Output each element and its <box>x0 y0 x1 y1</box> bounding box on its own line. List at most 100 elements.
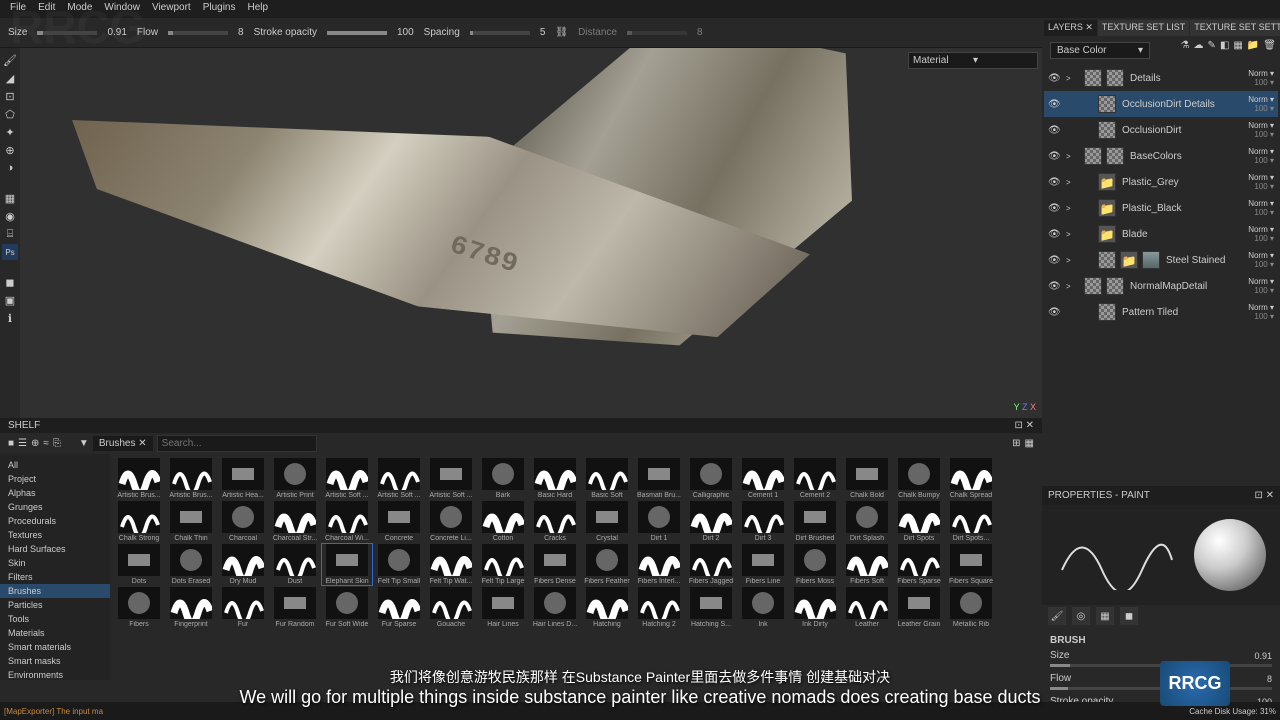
blend-mode[interactable]: Norm ▾100 ▾ <box>1244 277 1274 295</box>
shelf-search[interactable] <box>157 435 317 452</box>
cat-skin[interactable]: Skin <box>0 556 110 570</box>
visibility-icon[interactable]: 👁 <box>1048 125 1062 136</box>
brush-fur-random[interactable]: Fur Random <box>270 587 320 628</box>
close-icon[interactable]: ✕ <box>1026 420 1034 431</box>
brush-ink[interactable]: Ink <box>738 587 788 628</box>
delete-layer-icon[interactable]: 🗑 <box>1263 40 1276 61</box>
brush-fibers-dense[interactable]: Fibers Dense <box>530 544 580 585</box>
brush-felt-tip-small[interactable]: Felt Tip Small <box>374 544 424 585</box>
layer-pattern-tiled[interactable]: 👁Pattern TiledNorm ▾100 ▾ <box>1044 299 1278 325</box>
brush-felt-tip-wat-[interactable]: Felt Tip Wat... <box>426 544 476 585</box>
collapse-icon[interactable]: > <box>1066 152 1076 161</box>
brush-artistic-brus-[interactable]: Artistic Brus... <box>114 458 164 499</box>
layer-basecolors[interactable]: 👁>BaseColorsNorm ▾100 ▾ <box>1044 143 1278 169</box>
brush-crystal[interactable]: Crystal <box>582 501 632 542</box>
add-fill-icon[interactable]: ▦ <box>1233 40 1242 61</box>
brush-concrete[interactable]: Concrete <box>374 501 424 542</box>
collapse-icon[interactable]: > <box>1066 282 1076 291</box>
brush-fibers-moss[interactable]: Fibers Moss <box>790 544 840 585</box>
smart-icon[interactable]: ✎ <box>1208 40 1216 61</box>
cat-particles[interactable]: Particles <box>0 598 110 612</box>
menu-help[interactable]: Help <box>242 0 275 18</box>
brush-dirt-3[interactable]: Dirt 3 <box>738 501 788 542</box>
projection-tool[interactable]: ⊡ <box>2 88 18 104</box>
collapse-icon[interactable]: > <box>1066 74 1076 83</box>
brush-chalk-bold[interactable]: Chalk Bold <box>842 458 892 499</box>
add-layer-icon[interactable]: ◧ <box>1220 40 1229 61</box>
brush-fibers[interactable]: Fibers <box>114 587 164 628</box>
cat-grunges[interactable]: Grunges <box>0 500 110 514</box>
visibility-icon[interactable]: 👁 <box>1048 229 1062 240</box>
brush-fur[interactable]: Fur <box>218 587 268 628</box>
shelf-home-icon[interactable]: ■ <box>8 438 14 449</box>
collapse-icon[interactable]: > <box>1066 230 1076 239</box>
brush-cement-2[interactable]: Cement 2 <box>790 458 840 499</box>
brush-dust[interactable]: Dust <box>270 544 320 585</box>
brush-felt-tip-large[interactable]: Felt Tip Large <box>478 544 528 585</box>
blend-mode[interactable]: Norm ▾100 ▾ <box>1244 173 1274 191</box>
flow-slider[interactable] <box>168 31 228 35</box>
fx-icon[interactable]: ⚗ <box>1181 40 1190 61</box>
brush-fibers-square[interactable]: Fibers Square <box>946 544 996 585</box>
plugin-3-icon[interactable]: ℹ <box>2 310 18 326</box>
blend-mode[interactable]: Norm ▾100 ▾ <box>1244 303 1274 321</box>
brush-chalk-spread[interactable]: Chalk Spread <box>946 458 996 499</box>
shelf-menu-icon[interactable]: ☰ <box>18 438 27 449</box>
brush-dirt-splash[interactable]: Dirt Splash <box>842 501 892 542</box>
material-pick-tool[interactable]: ◑ <box>2 160 18 176</box>
mask-icon[interactable]: ☁ <box>1194 40 1204 61</box>
filter-icon[interactable]: ▼ <box>79 438 89 449</box>
brush-chalk-strong[interactable]: Chalk Strong <box>114 501 164 542</box>
brush-charcoal-wi-[interactable]: Charcoal Wi... <box>322 501 372 542</box>
visibility-icon[interactable]: 👁 <box>1048 151 1062 162</box>
shelf-save-icon[interactable]: ⎘ <box>53 438 61 449</box>
smudge-tool[interactable]: ✦ <box>2 124 18 140</box>
brush-chalk-thin[interactable]: Chalk Thin <box>166 501 216 542</box>
brush-calligraphic[interactable]: Calligraphic <box>686 458 736 499</box>
cat-brushes[interactable]: Brushes <box>0 584 110 598</box>
grid-small-icon[interactable]: ⊞ <box>1012 438 1020 449</box>
tab-layers[interactable]: LAYERS ✕ <box>1044 20 1097 36</box>
brush-fibers-soft[interactable]: Fibers Soft <box>842 544 892 585</box>
layer-occlusiondirt-details[interactable]: 👁OcclusionDirt DetailsNorm ▾100 ▾ <box>1044 91 1278 117</box>
shelf-option-icon[interactable]: ≈ <box>43 438 49 449</box>
brush-dots-erased[interactable]: Dots Erased <box>166 544 216 585</box>
cat-textures[interactable]: Textures <box>0 528 110 542</box>
add-folder-icon[interactable]: 📁 <box>1247 40 1259 61</box>
menu-plugins[interactable]: Plugins <box>197 0 242 18</box>
brush-tool[interactable]: 🖌 <box>2 52 18 68</box>
cat-tools[interactable]: Tools <box>0 612 110 626</box>
brush-artistic-hea-[interactable]: Artistic Hea... <box>218 458 268 499</box>
close-icon[interactable]: ⊡ ✕ <box>1254 490 1274 501</box>
brush-elephant-skin[interactable]: Elephant Skin <box>322 544 372 585</box>
menu-window[interactable]: Window <box>98 0 146 18</box>
brush-fibers-sparse[interactable]: Fibers Sparse <box>894 544 944 585</box>
brush-fibers-jagged[interactable]: Fibers Jagged <box>686 544 736 585</box>
brush-artistic-brus-[interactable]: Artistic Brus... <box>166 458 216 499</box>
menu-mode[interactable]: Mode <box>61 0 98 18</box>
cat-smart-masks[interactable]: Smart masks <box>0 654 110 668</box>
material-tab-icon[interactable]: ◼ <box>1120 607 1138 625</box>
brush-artistic-soft-[interactable]: Artistic Soft ... <box>374 458 424 499</box>
blend-mode[interactable]: Norm ▾100 ▾ <box>1244 251 1274 269</box>
quick-mask-tool[interactable]: ▦ <box>2 190 18 206</box>
cat-all[interactable]: All <box>0 458 110 472</box>
plugin-1-icon[interactable]: ◼ <box>2 274 18 290</box>
brush-hatching[interactable]: Hatching <box>582 587 632 628</box>
size-slider[interactable] <box>37 31 97 35</box>
cat-environments[interactable]: Environments <box>0 668 110 680</box>
brush-fibers-line[interactable]: Fibers Line <box>738 544 788 585</box>
brush-ink-dirty[interactable]: Ink Dirty <box>790 587 840 628</box>
eraser-tool[interactable]: ◢ <box>2 70 18 86</box>
menu-viewport[interactable]: Viewport <box>146 0 197 18</box>
cat-alphas[interactable]: Alphas <box>0 486 110 500</box>
popout-icon[interactable]: ⊡ <box>1014 420 1022 431</box>
brush-artistic-soft-[interactable]: Artistic Soft ... <box>426 458 476 499</box>
brush-basmati-bru-[interactable]: Basmati Bru... <box>634 458 684 499</box>
brush-bark[interactable]: Bark <box>478 458 528 499</box>
brush-tab-icon[interactable]: 🖌 <box>1048 607 1066 625</box>
brush-basic-soft[interactable]: Basic Soft <box>582 458 632 499</box>
shelf-import-icon[interactable]: ⊕ <box>31 438 39 449</box>
brush-hair-lines-d-[interactable]: Hair Lines D... <box>530 587 580 628</box>
visibility-icon[interactable]: 👁 <box>1048 177 1062 188</box>
